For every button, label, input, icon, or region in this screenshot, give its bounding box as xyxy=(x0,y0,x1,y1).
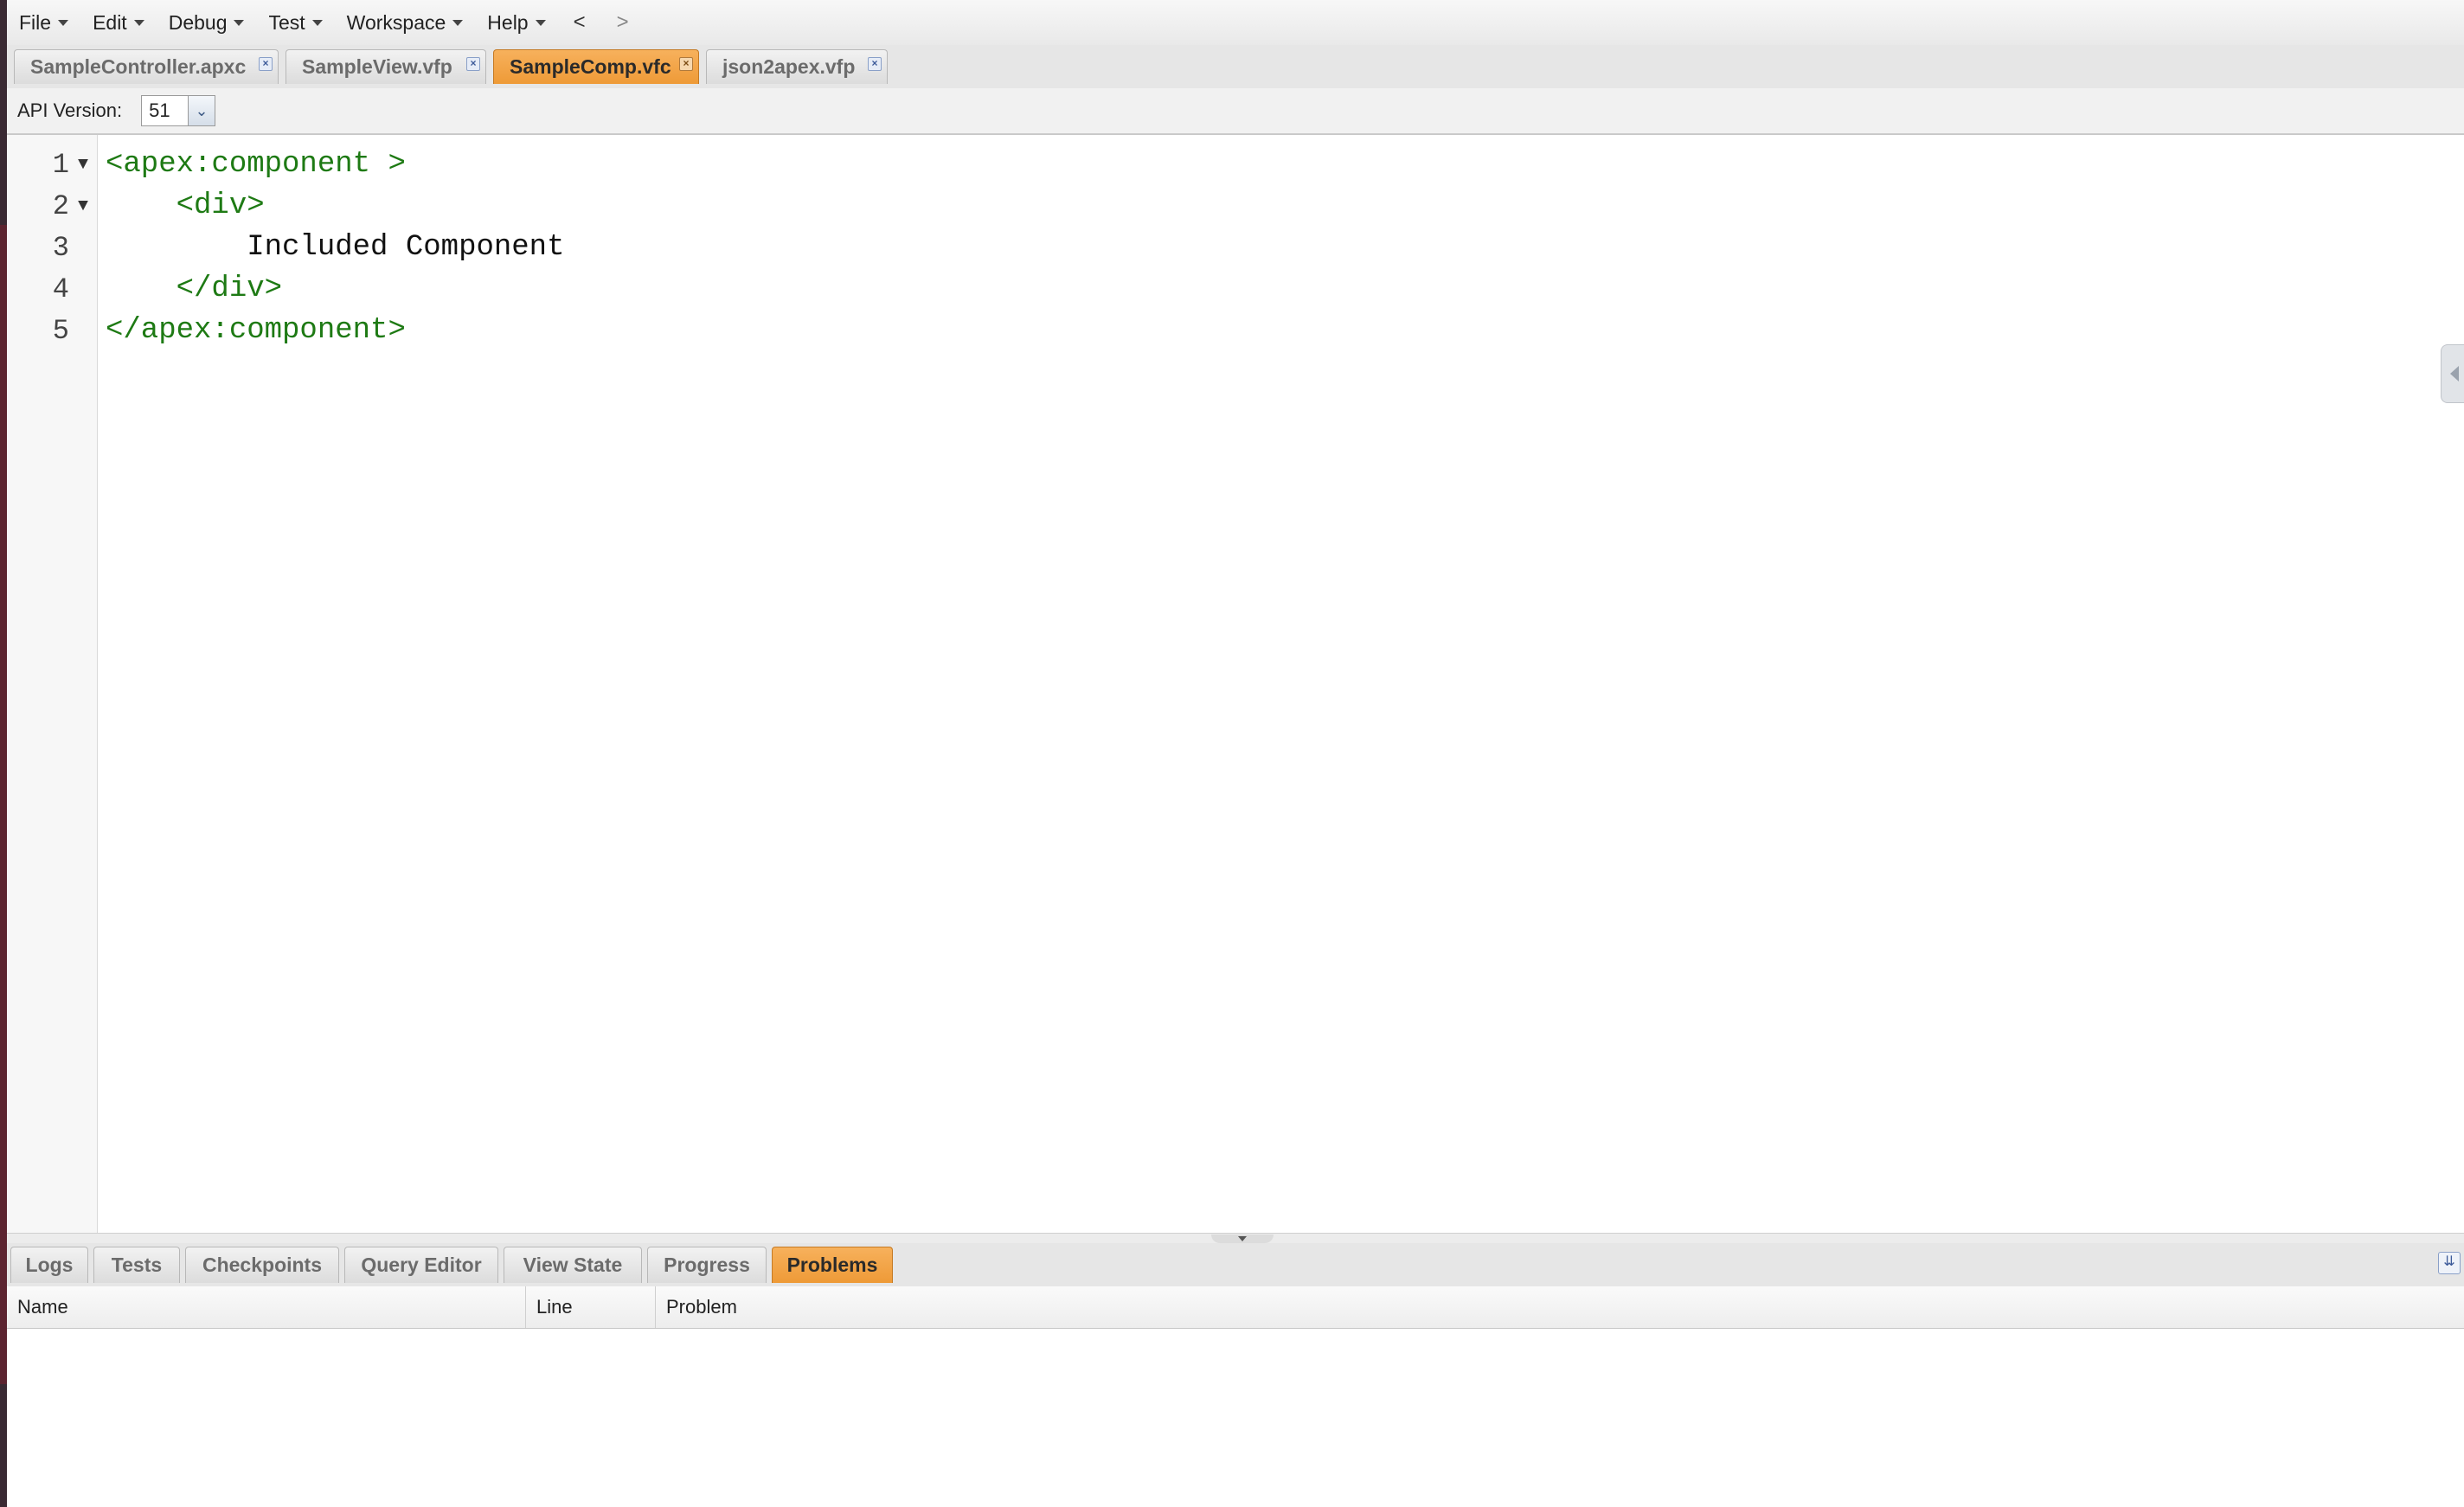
chevron-down-icon xyxy=(311,19,323,26)
close-icon[interactable]: × xyxy=(259,57,273,71)
tab-query-editor[interactable]: Query Editor xyxy=(344,1247,498,1283)
column-header-problem[interactable]: Problem xyxy=(656,1286,2464,1328)
tab-label: json2apex.vfp xyxy=(722,55,856,78)
tab-progress[interactable]: Progress xyxy=(647,1247,767,1283)
tab-samplecontroller[interactable]: SampleController.apxc × xyxy=(14,49,279,84)
chevron-down-icon xyxy=(58,19,69,26)
tab-label: Tests xyxy=(111,1254,163,1276)
menu-workspace[interactable]: Workspace xyxy=(335,0,476,45)
tab-label: SampleView.vfp xyxy=(302,55,452,78)
api-version-label: API Version: xyxy=(17,99,123,121)
tab-label: Progress xyxy=(664,1254,750,1276)
file-tab-bar: SampleController.apxc × SampleView.vfp ×… xyxy=(7,45,2464,89)
chevron-down-icon xyxy=(452,19,464,26)
window-edge-accent xyxy=(0,225,7,1384)
tab-label: Logs xyxy=(25,1254,74,1276)
menu-help-label: Help xyxy=(487,10,529,34)
tab-label: Problems xyxy=(786,1254,878,1276)
close-icon[interactable]: × xyxy=(868,57,882,71)
tab-view-state[interactable]: View State xyxy=(504,1247,642,1283)
tab-json2apex[interactable]: json2apex.vfp × xyxy=(706,49,888,84)
tab-samplecomp[interactable]: SampleComp.vfc × xyxy=(493,49,699,84)
code-editor[interactable]: 1 ▼ <apex:component > 2 ▼ <div> 3 Includ… xyxy=(7,134,2464,1234)
chevron-down-icon[interactable]: ⌄ xyxy=(188,96,215,125)
code-text: </div> xyxy=(106,273,283,305)
tab-label: Checkpoints xyxy=(202,1254,323,1276)
line-number: 5 xyxy=(52,314,69,347)
window-edge xyxy=(0,0,7,1507)
line-number: 2 xyxy=(52,189,69,222)
code-text: Included Component xyxy=(106,231,565,264)
line-number: 3 xyxy=(52,231,69,264)
tab-problems[interactable]: Problems xyxy=(772,1247,893,1283)
tab-label: Query Editor xyxy=(361,1254,482,1276)
close-icon[interactable]: × xyxy=(679,57,693,71)
side-panel-toggle[interactable] xyxy=(2441,344,2464,403)
column-header-line[interactable]: Line xyxy=(526,1286,656,1328)
menu-workspace-label: Workspace xyxy=(346,10,446,34)
api-version-value: 51 xyxy=(149,99,170,121)
column-header-name[interactable]: Name xyxy=(7,1286,526,1328)
api-version-bar: API Version: 51 ⌄ xyxy=(7,88,2464,134)
column-label: Problem xyxy=(666,1296,737,1318)
tab-sampleview[interactable]: SampleView.vfp × xyxy=(286,49,486,84)
forward-button[interactable]: > xyxy=(601,10,645,35)
tab-checkpoints[interactable]: Checkpoints xyxy=(185,1247,339,1283)
splitter-grip-icon[interactable] xyxy=(1211,1234,1274,1243)
menu-test-label: Test xyxy=(268,10,305,34)
menu-file-label: File xyxy=(19,10,52,34)
collapse-panel-icon[interactable]: ⇊ xyxy=(2438,1252,2461,1274)
fold-arrow-icon[interactable]: ▼ xyxy=(78,196,88,216)
menu-edit[interactable]: Edit xyxy=(80,0,157,45)
tab-logs[interactable]: Logs xyxy=(10,1247,88,1283)
menu-file[interactable]: File xyxy=(7,0,80,45)
menu-debug[interactable]: Debug xyxy=(157,0,257,45)
menu-debug-label: Debug xyxy=(168,10,228,34)
tab-label: View State xyxy=(523,1254,623,1276)
bottom-panel-tabs: Logs Tests Checkpoints Query Editor View… xyxy=(7,1243,2464,1287)
column-label: Name xyxy=(17,1296,68,1318)
column-label: Line xyxy=(536,1296,573,1318)
code-text: <div> xyxy=(106,189,265,222)
code-line: 5 </apex:component> xyxy=(7,310,2464,351)
code-line: 1 ▼ <apex:component > xyxy=(7,144,2464,185)
code-line: 2 ▼ <div> xyxy=(7,185,2464,227)
code-line: 4 </div> xyxy=(7,268,2464,310)
api-version-select[interactable]: 51 ⌄ xyxy=(141,95,216,126)
close-icon[interactable]: × xyxy=(466,57,480,71)
line-number: 1 xyxy=(52,148,69,181)
line-number: 4 xyxy=(52,273,69,305)
fold-arrow-icon[interactable]: ▼ xyxy=(78,155,88,175)
tab-tests[interactable]: Tests xyxy=(93,1247,180,1283)
chevron-down-icon xyxy=(535,19,546,26)
back-button[interactable]: < xyxy=(558,10,601,35)
code-text: </apex:component> xyxy=(106,314,406,347)
tab-label: SampleController.apxc xyxy=(30,55,247,78)
chevron-down-icon xyxy=(133,19,144,26)
menu-test[interactable]: Test xyxy=(256,0,334,45)
menu-edit-label: Edit xyxy=(93,10,127,34)
tab-label: SampleComp.vfc xyxy=(510,55,671,78)
problems-grid-body xyxy=(7,1329,2464,1507)
chevron-down-icon xyxy=(234,19,245,26)
menu-bar: File Edit Debug Test Workspace Help < > xyxy=(7,0,2464,46)
code-text: <apex:component > xyxy=(106,148,406,181)
menu-help[interactable]: Help xyxy=(475,0,557,45)
problems-grid-header: Name Line Problem xyxy=(7,1286,2464,1329)
code-line: 3 Included Component xyxy=(7,227,2464,268)
